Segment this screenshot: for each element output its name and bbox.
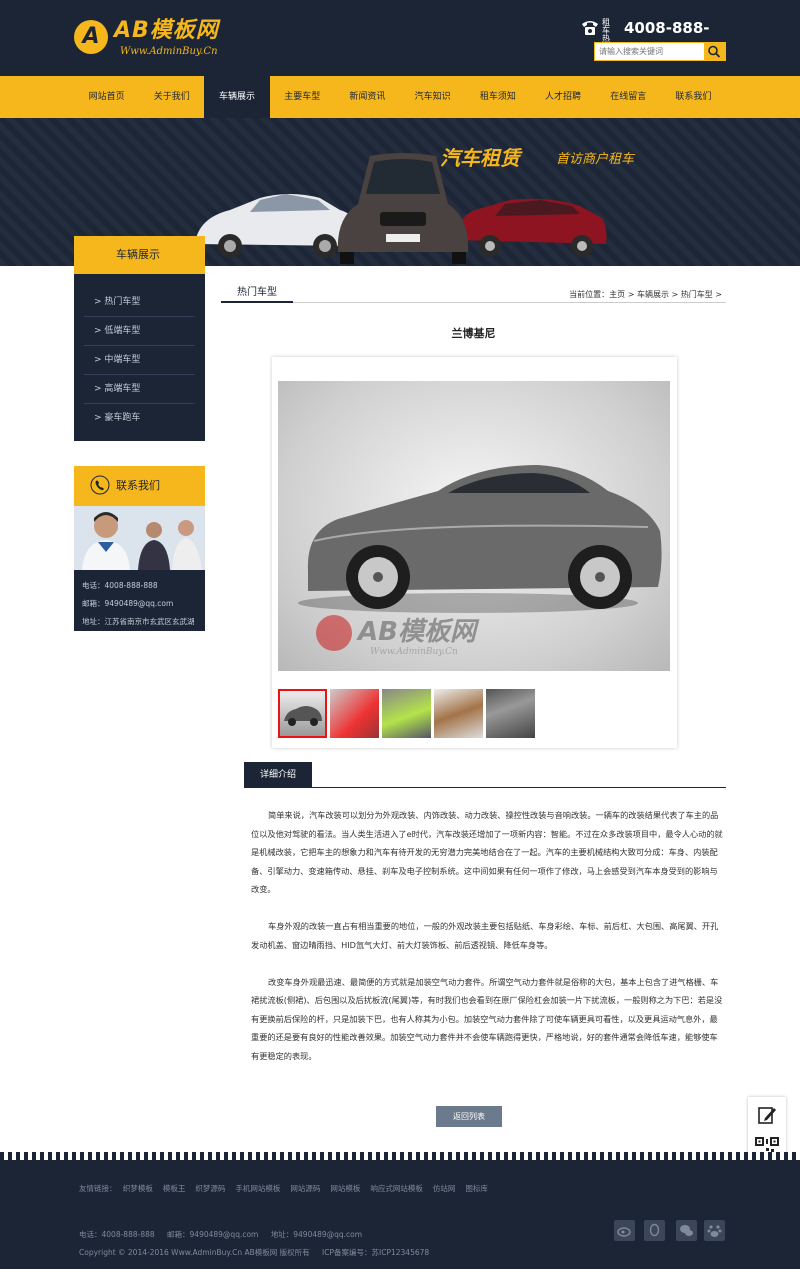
nav-item[interactable]: 网站首页	[74, 76, 139, 118]
search-icon	[708, 45, 721, 58]
nav-item[interactable]: 新闻资讯	[335, 76, 400, 118]
friend-links-label: 友情链接：	[79, 1184, 117, 1193]
thumbnail-strip	[278, 689, 548, 739]
search-button[interactable]	[704, 43, 725, 60]
main-nav: 网站首页 关于我们 车辆展示 主要车型 新闻资讯 汽车知识 租车须知 人才招聘 在线留言 联系我们	[0, 76, 800, 118]
tab-detail[interactable]: 详细介绍	[244, 762, 312, 788]
footer-phone: 电话：4008-888-888	[79, 1230, 155, 1239]
friend-link[interactable]: 图标库	[465, 1184, 488, 1193]
footer-divider	[0, 1152, 800, 1160]
sidebar-category: 车辆展示 > 热门车型 > 低端车型 > 中端车型 > 高端车型 > 豪车跑车	[74, 236, 205, 441]
banner-subtitle: 首访商户租车	[556, 152, 635, 167]
wechat-icon[interactable]	[676, 1220, 697, 1241]
contact-email: 邮箱：9490489@qq.com	[82, 599, 174, 608]
friend-link[interactable]: 模板王	[163, 1184, 186, 1193]
hotline: 租车热线 4008-888-888	[580, 18, 730, 57]
logo-subtitle: Www.AdminBuy.Cn	[120, 46, 218, 57]
search-box	[594, 42, 726, 61]
nav-item[interactable]: 汽车知识	[400, 76, 465, 118]
banner-slogan: 汽车租赁	[440, 146, 520, 170]
footer-copyright: Copyright © 2014-2016 Www.AdminBuy.Cn AB…	[79, 1248, 439, 1258]
customer-service-image	[74, 506, 205, 570]
friend-links: 友情链接： 织梦模板 模板王 织梦源码 手机网站模板 网站源码 网站模板 响应式网站模板 仿站…	[79, 1184, 498, 1194]
friend-link[interactable]: 仿站网	[433, 1184, 456, 1193]
icp-text: ICP备案编号：苏ICP12345678	[322, 1248, 430, 1257]
contact-address: 地址：江苏省南京市玄武区玄武湖	[82, 617, 195, 626]
article-paragraph: 车身外观的改装一直占有相当重要的地位，一般的外观改装主要包括贴纸、车身彩绘、车标…	[251, 921, 719, 950]
nav-list: 网站首页 关于我们 车辆展示 主要车型 新闻资讯 汽车知识 租车须知 人才招聘 在线留言 联系我们	[74, 76, 726, 118]
search-input[interactable]	[595, 43, 703, 60]
site-footer: 友情链接： 织梦模板 模板王 织梦源码 手机网站模板 网站源码 网站模板 响应式网站模板 仿站…	[0, 1160, 800, 1269]
sidebar-contact: 联系我们 电话：4008-888-888 邮箱：9490489@qq.com 地…	[74, 466, 205, 631]
nav-item[interactable]: 在线留言	[596, 76, 661, 118]
footer-address: 地址：9490489@qq.com	[270, 1230, 363, 1239]
sidebar-item[interactable]: > 低端车型	[84, 317, 195, 346]
car-title: 兰博基尼	[451, 327, 496, 340]
edit-icon[interactable]	[757, 1105, 777, 1125]
back-to-list-button[interactable]: 返回列表	[436, 1106, 502, 1127]
copyright-text: Copyright © 2014-2016 Www.AdminBuy.Cn AB…	[79, 1248, 310, 1257]
sidebar-item[interactable]: > 豪车跑车	[84, 404, 195, 433]
banner-cars-image	[195, 153, 607, 264]
footer-contact: 电话：4008-888-888 邮箱：9490489@qq.com 地址：949…	[79, 1230, 372, 1240]
friend-link[interactable]: 织梦源码	[195, 1184, 225, 1193]
sidebar-list: > 热门车型 > 低端车型 > 中端车型 > 高端车型 > 豪车跑车	[74, 274, 205, 441]
article-paragraph: 简单来说，汽车改装可以划分为外观改装、内饰改装、动力改装、操控性改装与音响改装。…	[251, 810, 723, 894]
site-logo[interactable]: A AB模板网 Www.AdminBuy.Cn	[74, 16, 244, 62]
qq-icon[interactable]	[644, 1220, 665, 1241]
watermark-subtitle: Www.AdminBuy.Cn	[370, 647, 458, 657]
section-header: 热门车型 当前位置：主页 > 车辆展示 > 热门车型 >	[221, 286, 726, 303]
detail-header: 详细介绍	[244, 762, 726, 788]
contact-phone: 电话：4008-888-888	[82, 581, 158, 590]
section-title: 热门车型	[221, 286, 293, 303]
thumbnail-3[interactable]	[382, 689, 431, 738]
footer-email: 邮箱：9490489@qq.com	[167, 1230, 259, 1239]
breadcrumb[interactable]: 当前位置：主页 > 车辆展示 > 热门车型 >	[569, 290, 722, 300]
sidebar-item[interactable]: > 中端车型	[84, 346, 195, 375]
nav-item[interactable]: 车辆展示	[204, 76, 270, 118]
article-body: 简单来说，汽车改装可以划分为外观改装、内饰改装、动力改装、操控性改装与音响改装。…	[251, 806, 725, 1084]
contact-header: 联系我们	[74, 466, 205, 506]
nav-item[interactable]: 关于我们	[139, 76, 204, 118]
site-header: A AB模板网 Www.AdminBuy.Cn 租车热线 4008-888-88…	[0, 0, 800, 76]
baidu-icon[interactable]	[704, 1220, 725, 1241]
contact-info: 电话：4008-888-888 邮箱：9490489@qq.com 地址：江苏省…	[74, 570, 205, 631]
car-main-image[interactable]: AB模板网 Www.AdminBuy.Cn	[278, 381, 670, 671]
thumbnail-5[interactable]	[486, 689, 535, 738]
sidebar-title: 车辆展示	[74, 236, 205, 274]
weibo-icon[interactable]	[614, 1220, 635, 1241]
friend-link[interactable]: 网站源码	[290, 1184, 320, 1193]
nav-item[interactable]: 主要车型	[270, 76, 335, 118]
nav-item[interactable]: 租车须知	[465, 76, 530, 118]
friend-link[interactable]: 响应式网站模板	[370, 1184, 423, 1193]
sidebar-item[interactable]: > 高端车型	[84, 375, 195, 404]
thumbnail-2[interactable]	[330, 689, 379, 738]
phone-icon	[582, 21, 598, 35]
friend-link[interactable]: 网站模板	[330, 1184, 360, 1193]
contact-title: 联系我们	[116, 479, 160, 492]
nav-item[interactable]: 人才招聘	[530, 76, 595, 118]
thumbnail-1[interactable]	[278, 689, 327, 738]
watermark-title: AB模板网	[358, 617, 476, 647]
logo-title: AB模板网	[114, 18, 219, 43]
logo-mark: A	[74, 20, 108, 54]
thumbnail-4[interactable]	[434, 689, 483, 738]
nav-item[interactable]: 联系我们	[661, 76, 726, 118]
sidebar-item[interactable]: > 热门车型	[84, 288, 195, 317]
contact-phone-icon	[90, 475, 110, 495]
car-gallery: AB模板网 Www.AdminBuy.Cn	[272, 357, 677, 748]
friend-link[interactable]: 织梦模板	[123, 1184, 153, 1193]
friend-link[interactable]: 手机网站模板	[235, 1184, 280, 1193]
article-paragraph: 改变车身外观最迅速、最简便的方式就是加装空气动力套件。所谓空气动力套件就是俗称的…	[251, 976, 723, 1061]
